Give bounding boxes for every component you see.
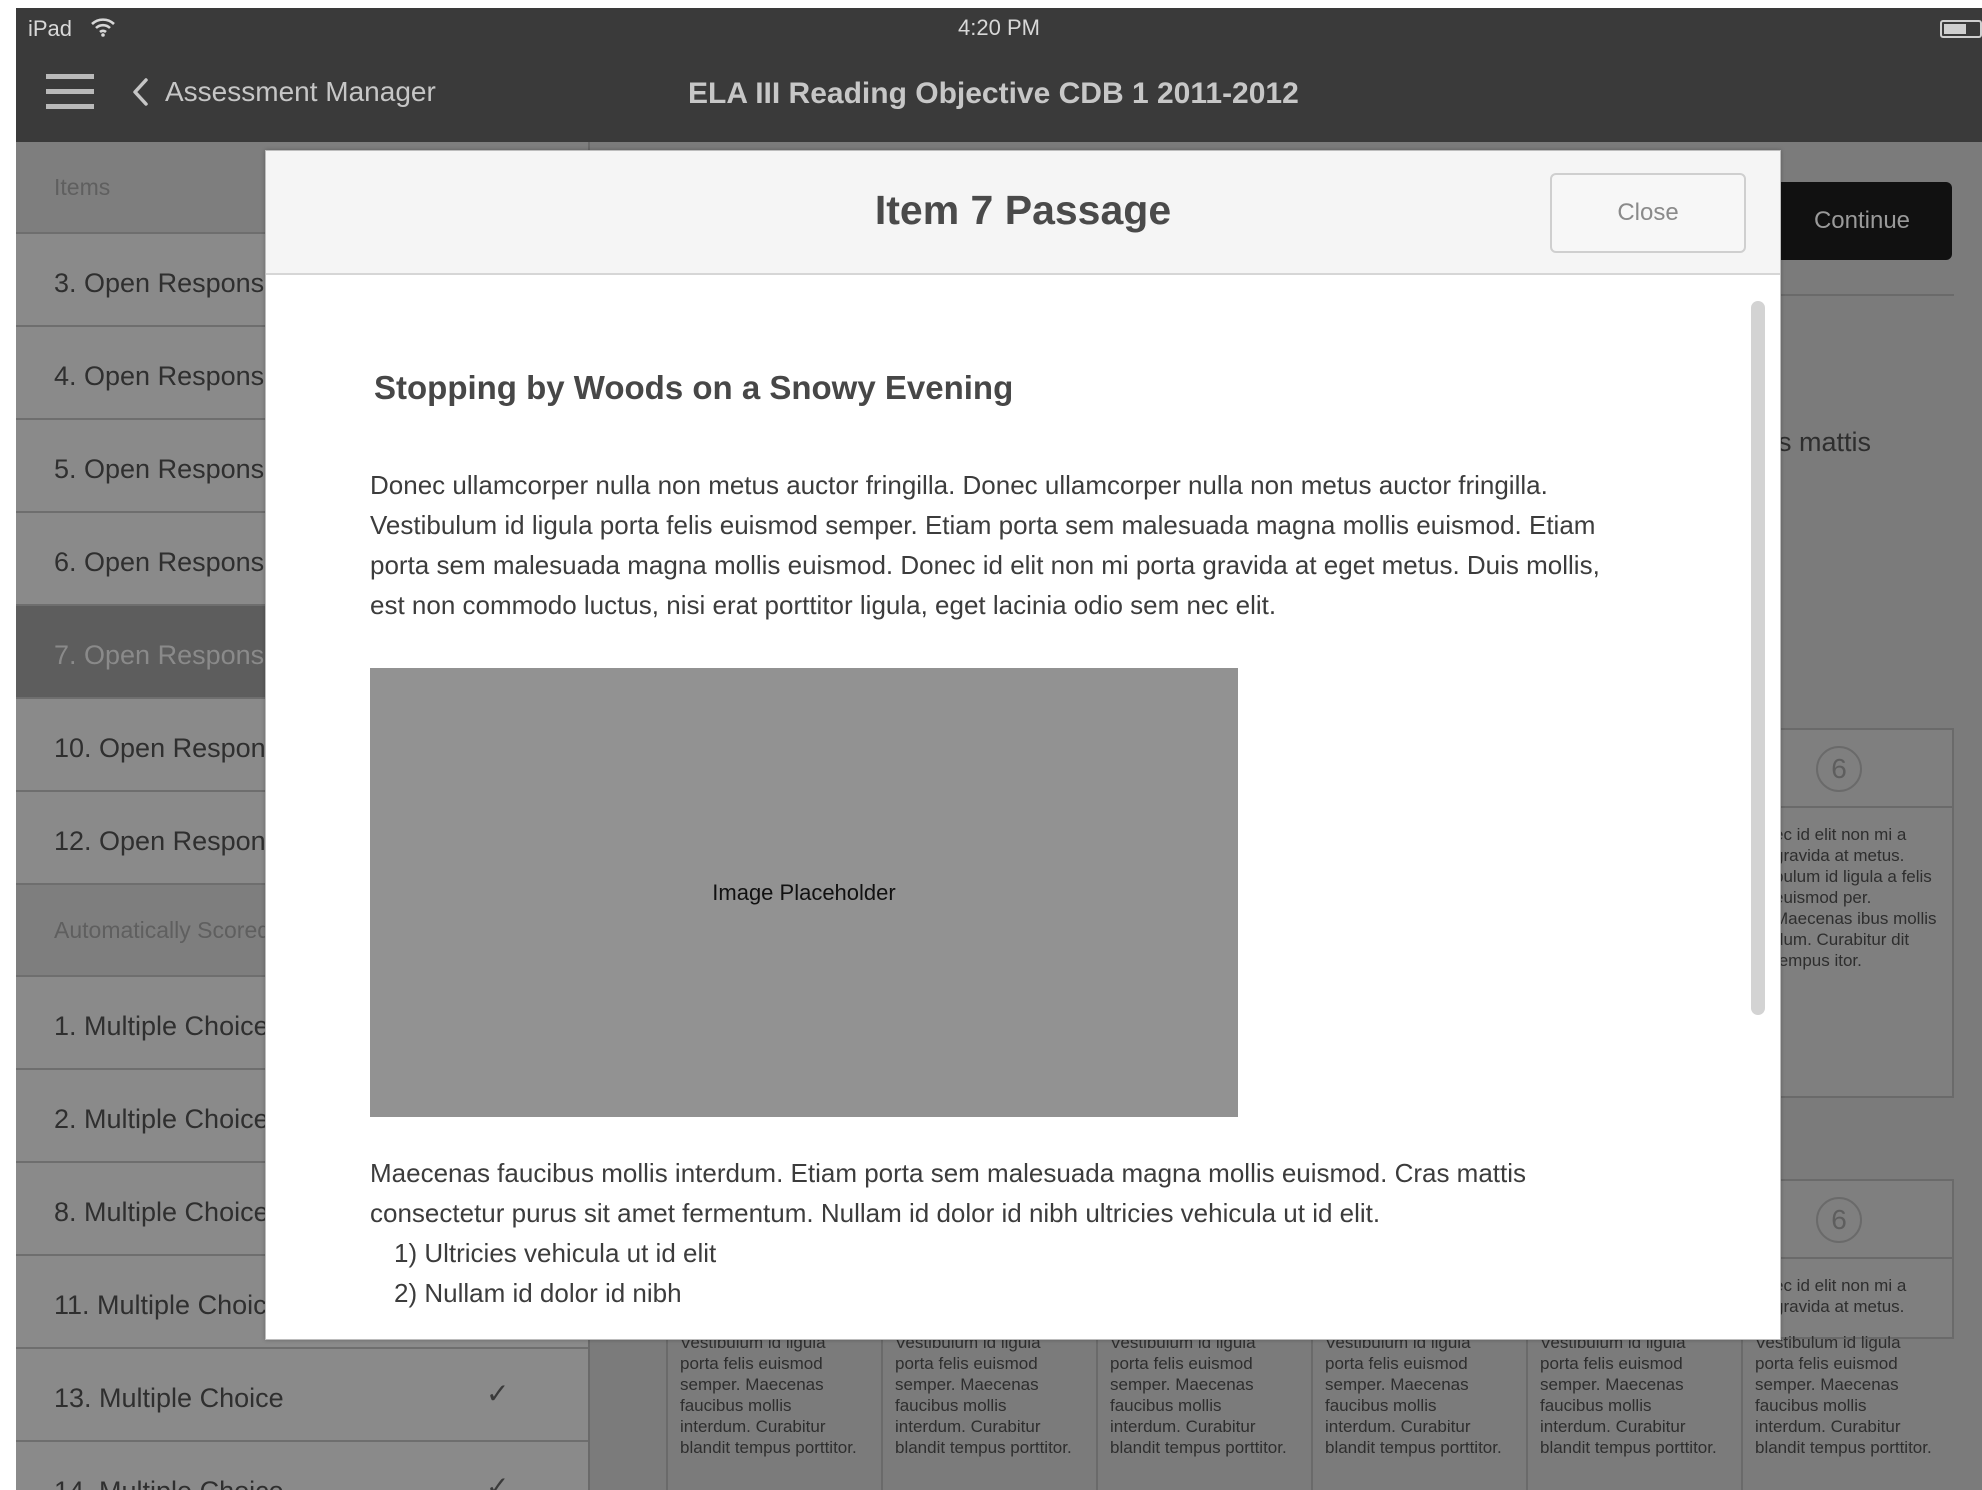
score-card-text: ec id elit non mi a gravida at metus.: [1774, 1276, 1907, 1316]
sidebar-item-label: 10. Open Response: [54, 733, 295, 763]
chevron-left-icon: [133, 78, 148, 106]
rubric-cell: Vestibulum id ligula porta felis euismod…: [1741, 1332, 1933, 1490]
sidebar-item-label: 12. Open Response: [54, 826, 295, 856]
divider: [1772, 294, 1954, 296]
passage-paragraph: Maecenas faucibus mollis interdum. Etiam…: [370, 1158, 1527, 1228]
scrollbar[interactable]: [1751, 301, 1765, 1015]
list-item: 1) Ultricies vehicula ut id elit: [394, 1238, 717, 1268]
hamburger-menu-icon[interactable]: [46, 74, 94, 110]
background-text: is mattis: [1772, 427, 1872, 457]
modal-header: Item 7 Passage Close: [266, 151, 1780, 275]
rubric-cell: Vestibulum id ligula porta felis euismod…: [1526, 1332, 1718, 1490]
checkmark-icon: ✓: [486, 1378, 510, 1409]
rubric-cell: Vestibulum id ligula porta felis euismod…: [666, 1332, 858, 1490]
sidebar-item-label: 2. Multiple Choice: [54, 1104, 269, 1134]
image-placeholder-label: Image Placeholder: [712, 879, 896, 905]
passage-title: Stopping by Woods on a Snowy Evening: [374, 369, 1014, 406]
rubric-grid: Vestibulum id ligula porta felis euismod…: [666, 1332, 1956, 1490]
navigation-bar: Assessment Manager ELA III Reading Objec…: [16, 48, 1982, 142]
sidebar-item-label: 1. Multiple Choice: [54, 1011, 269, 1041]
sidebar-item-label: 5. Open Response: [54, 454, 280, 484]
score-circle[interactable]: 6: [1816, 746, 1862, 792]
close-button[interactable]: Close: [1550, 173, 1746, 253]
rubric-cell: Vestibulum id ligula porta felis euismod…: [881, 1332, 1073, 1490]
back-button[interactable]: Assessment Manager: [131, 72, 436, 112]
sidebar-item[interactable]: 13. Multiple Choice ✓: [16, 1349, 588, 1442]
status-bar: iPad 4:20 PM: [16, 8, 1982, 48]
score-card: 6 ec id elit non mi a gravida at metus. …: [1772, 728, 1954, 1098]
score-card-text: ec id elit non mi a gravida at metus. bu…: [1774, 825, 1937, 970]
sidebar-item[interactable]: 14. Multiple Choice ✓: [16, 1442, 588, 1490]
sidebar-item-label: 7. Open Response: [54, 640, 280, 670]
status-time: 4:20 PM: [958, 15, 1040, 40]
sidebar-item-label: 11. Multiple Choice: [54, 1290, 282, 1320]
list-item: 2) Nullam id dolor id nibh: [394, 1278, 682, 1308]
score-card: 6 ec id elit non mi a gravida at metus.: [1772, 1179, 1954, 1339]
passage-content[interactable]: Stopping by Woods on a Snowy Evening Don…: [266, 277, 1780, 1339]
sidebar-item-label: 6. Open Response: [54, 547, 280, 577]
passage-list: 1) Ultricies vehicula ut id elit 2) Null…: [394, 1233, 716, 1313]
checkmark-icon: ✓: [486, 1471, 510, 1490]
sidebar-item-label: 8. Multiple Choice: [54, 1197, 269, 1227]
sidebar-item-label: 3. Open Response: [54, 268, 280, 298]
passage-paragraph: Donec ullamcorper nulla non metus auctor…: [370, 470, 1600, 620]
back-button-label: Assessment Manager: [165, 76, 436, 107]
sidebar-item-label: 14. Multiple Choice: [54, 1476, 284, 1490]
score-circle[interactable]: 6: [1816, 1197, 1862, 1243]
passage-modal: Item 7 Passage Close Stopping by Woods o…: [265, 150, 1781, 1340]
sidebar-item-label: 13. Multiple Choice: [54, 1383, 284, 1413]
continue-button[interactable]: Continue: [1772, 182, 1952, 260]
page-title: ELA III Reading Objective CDB 1 2011-201…: [688, 77, 1299, 110]
battery-icon: [1940, 20, 1982, 38]
image-placeholder: Image Placeholder: [370, 668, 1238, 1117]
rubric-cell: Vestibulum id ligula porta felis euismod…: [1311, 1332, 1503, 1490]
sidebar-item-label: 4. Open Response: [54, 361, 280, 391]
rubric-cell: Vestibulum id ligula porta felis euismod…: [1096, 1332, 1288, 1490]
